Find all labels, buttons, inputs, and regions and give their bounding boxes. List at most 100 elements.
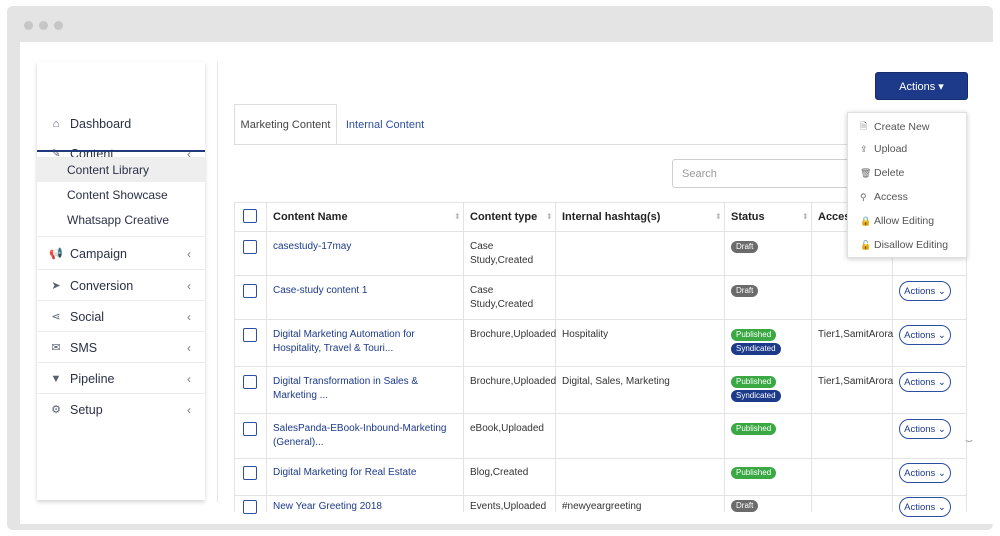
submenu-item-content-showcase[interactable]: Content Showcase xyxy=(37,182,205,207)
status-badge-draft: Draft xyxy=(731,285,759,297)
row-checkbox[interactable] xyxy=(243,422,257,436)
status-badge-published: Published xyxy=(731,329,777,341)
menu-item-label: Allow Editing xyxy=(874,215,935,227)
row-checkbox[interactable] xyxy=(243,284,257,298)
row-checkbox[interactable] xyxy=(243,466,257,480)
divider xyxy=(37,236,205,237)
row-checkbox[interactable] xyxy=(243,375,257,389)
table-border xyxy=(234,495,966,496)
menu-item-access[interactable]: ⚲ Access xyxy=(860,191,908,203)
sort-icon[interactable]: ⬍ xyxy=(715,212,722,221)
sidebar-item-pipeline[interactable]: ▼ Pipeline ‹ xyxy=(37,363,205,394)
submenu-item-whatsapp-creative[interactable]: Whatsapp Creative xyxy=(37,207,205,232)
gear-icon: ⚙ xyxy=(51,404,61,416)
column-header-content-type[interactable]: Content type xyxy=(470,202,537,231)
hashtags-cell: Digital, Sales, Marketing xyxy=(562,376,670,387)
menu-item-label: Delete xyxy=(874,167,905,179)
browser-window: ⌂ Dashboard ✎ Content ‹ Content Library … xyxy=(7,6,993,530)
access-cell: Tier1,SamitArora xyxy=(818,329,894,340)
row-checkbox[interactable] xyxy=(243,328,257,342)
row-checkbox[interactable] xyxy=(243,500,257,514)
content-type-cell: Case Study,Created xyxy=(470,285,534,310)
table-border xyxy=(266,202,267,512)
row-actions-button[interactable]: Actions ⌄ xyxy=(899,419,951,439)
column-header-status[interactable]: Status xyxy=(731,202,765,231)
content-type-cell: Brochure,Uploaded xyxy=(470,376,557,387)
table-border xyxy=(724,202,725,512)
lock-icon: 🔒 xyxy=(860,215,872,226)
status-badge-published: Published xyxy=(731,423,777,435)
sidebar-item-label: Dashboard xyxy=(70,116,132,131)
content-name-link[interactable]: Digital Marketing Automation for Hospita… xyxy=(273,328,461,356)
content-name-link[interactable]: SalesPanda-EBook-Inbound-Marketing (Gene… xyxy=(273,422,458,450)
envelope-icon: ✉ xyxy=(51,342,61,354)
row-actions-button[interactable]: Actions ⌄ xyxy=(899,463,951,483)
actions-button[interactable]: Actions ▾ xyxy=(875,72,968,100)
table-border xyxy=(463,202,464,512)
tab-internal-content[interactable]: Internal Content xyxy=(338,104,432,145)
sidebar-item-label: Campaign xyxy=(70,246,127,261)
status-badge-published: Published xyxy=(731,467,777,479)
column-header-content-name[interactable]: Content Name xyxy=(273,202,348,231)
row-actions-button[interactable]: Actions ⌄ xyxy=(899,325,951,345)
sidebar-item-sms[interactable]: ✉ SMS ‹ xyxy=(37,332,205,363)
menu-item-upload[interactable]: ⇪ Upload xyxy=(860,143,907,155)
hashtags-cell: #newyeargreeting xyxy=(562,501,642,512)
trash-icon: 🗑 xyxy=(860,167,872,178)
status-badge-draft: Draft xyxy=(731,500,759,512)
document-icon: 🗎 xyxy=(860,121,868,131)
menu-item-label: Disallow Editing xyxy=(874,239,949,251)
content-name-link[interactable]: casestudy-17may xyxy=(273,240,458,254)
sidebar-item-campaign[interactable]: 📢 Campaign ‹ xyxy=(37,238,205,269)
content-submenu: Content Library Content Showcase Whatsap… xyxy=(37,152,205,235)
content-name-link[interactable]: New Year Greeting 2018 xyxy=(273,500,461,514)
sidebar-item-setup[interactable]: ⚙ Setup ‹ xyxy=(37,394,205,425)
sidebar-item-label: Setup xyxy=(70,402,103,417)
menu-item-disallow-editing[interactable]: 🔓 Disallow Editing xyxy=(860,239,948,251)
status-badge-syndicated: Syndicated xyxy=(731,343,781,355)
access-cell: Tier1,SamitArora xyxy=(818,376,894,387)
megaphone-icon: 📢 xyxy=(49,248,63,260)
content-name-link[interactable]: Digital Marketing for Real Estate xyxy=(273,466,461,480)
sidebar-item-label: Conversion xyxy=(70,278,134,293)
row-actions-button[interactable]: Actions ⌄ xyxy=(899,281,951,301)
content-type-cell: Events,Uploaded xyxy=(470,501,547,512)
cursor-icon: ➤ xyxy=(51,280,61,292)
content-type-cell: Blog,Created xyxy=(470,467,529,478)
sidebar: ⌂ Dashboard ✎ Content ‹ Content Library … xyxy=(37,62,205,500)
status-badge-syndicated: Syndicated xyxy=(731,390,781,402)
hashtags-cell: Hospitality xyxy=(562,329,609,340)
chevron-left-icon: ‹ xyxy=(187,340,191,355)
search-input[interactable]: Search xyxy=(672,159,857,188)
sort-icon[interactable]: ⬍ xyxy=(802,212,809,221)
window-controls xyxy=(24,21,63,30)
row-actions-button[interactable]: Actions ⌄ xyxy=(899,372,951,392)
sidebar-item-dashboard[interactable]: ⌂ Dashboard xyxy=(37,108,205,139)
menu-item-delete[interactable]: 🗑 Delete xyxy=(860,167,904,179)
content-name-link[interactable]: Digital Transformation in Sales & Market… xyxy=(273,375,461,403)
unlock-icon: 🔓 xyxy=(860,239,872,250)
menu-item-allow-editing[interactable]: 🔒 Allow Editing xyxy=(860,215,934,227)
column-header-hashtags[interactable]: Internal hashtag(s) xyxy=(562,202,660,231)
sort-icon[interactable]: ⬍ xyxy=(546,212,553,221)
table-border xyxy=(555,202,556,512)
tab-marketing-content[interactable]: Marketing Content xyxy=(234,104,337,145)
filter-icon: ▼ xyxy=(50,372,62,385)
table-border xyxy=(234,366,966,367)
chevron-left-icon: ‹ xyxy=(187,246,191,261)
menu-item-label: Create New xyxy=(874,121,930,133)
row-checkbox[interactable] xyxy=(243,240,257,254)
chevron-left-icon: ‹ xyxy=(187,371,191,386)
select-all-checkbox[interactable] xyxy=(243,209,257,223)
row-actions-button[interactable]: Actions ⌄ xyxy=(899,497,951,517)
sidebar-item-social[interactable]: ⋖ Social ‹ xyxy=(37,301,205,332)
menu-item-label: Access xyxy=(874,191,908,203)
table-border xyxy=(234,458,966,459)
sidebar-divider xyxy=(217,62,218,502)
sidebar-item-conversion[interactable]: ➤ Conversion ‹ xyxy=(37,270,205,301)
submenu-item-content-library[interactable]: Content Library xyxy=(37,157,205,182)
content-name-link[interactable]: Case-study content 1 xyxy=(273,284,458,298)
sort-icon[interactable]: ⬍ xyxy=(454,212,461,221)
upload-icon: ⇪ xyxy=(860,143,868,154)
menu-item-create-new[interactable]: 🗎 Create New xyxy=(860,119,929,135)
